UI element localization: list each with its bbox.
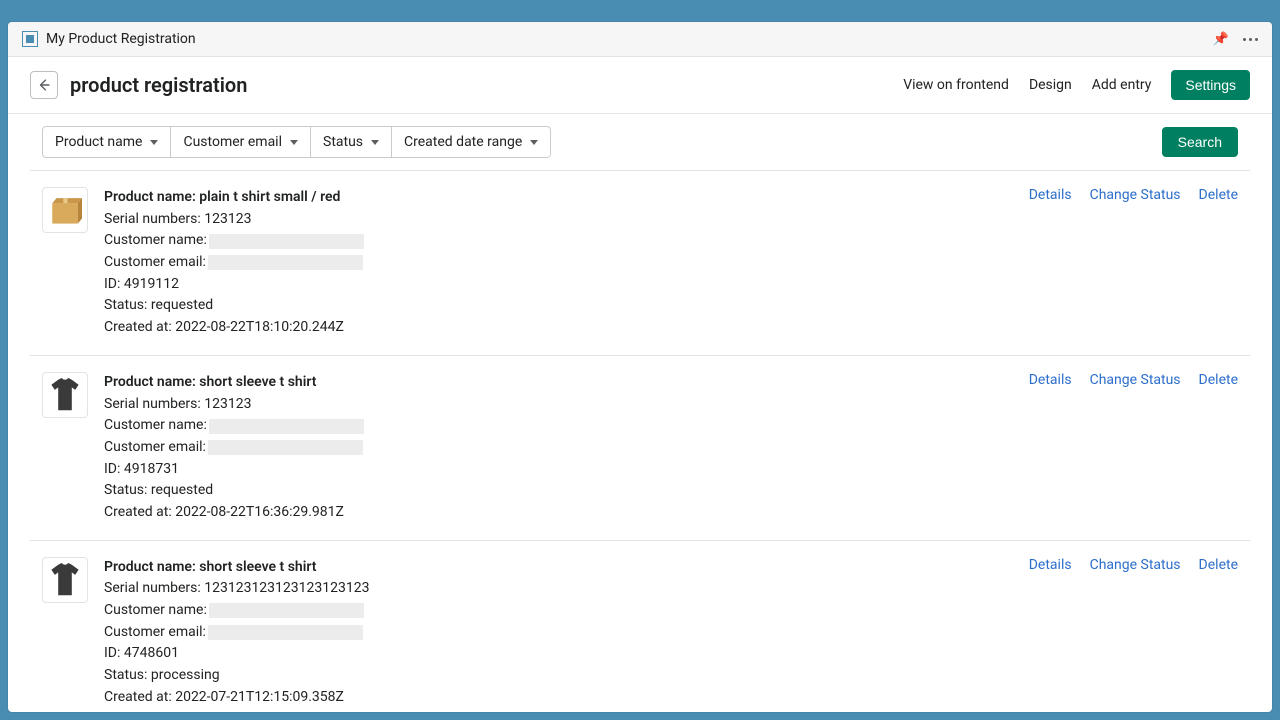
entry-actions: Details Change Status Delete [1029, 557, 1238, 709]
entry-status: Status: processing [104, 665, 1013, 687]
settings-button[interactable]: Settings [1171, 70, 1250, 100]
redacted-field [208, 440, 363, 455]
entry-serial: Serial numbers: 123123123123123123123 [104, 578, 1013, 600]
search-button[interactable]: Search [1162, 127, 1238, 157]
topbar-right: 📌 [1213, 32, 1258, 47]
entry-thumbnail [42, 187, 88, 233]
details-link[interactable]: Details [1029, 557, 1072, 573]
chevron-down-icon [290, 140, 298, 145]
entry-status: Status: requested [104, 480, 1013, 502]
more-icon[interactable] [1243, 38, 1258, 41]
tshirt-icon [48, 561, 82, 599]
details-link[interactable]: Details [1029, 187, 1072, 203]
pin-icon[interactable]: 📌 [1213, 32, 1229, 47]
chevron-down-icon [371, 140, 379, 145]
filter-label: Status [323, 134, 363, 150]
back-button[interactable] [30, 71, 58, 99]
entry-customer-email: Customer email: [104, 437, 1013, 459]
redacted-field [209, 234, 364, 249]
entry-body: Product name: short sleeve t shirt Seria… [104, 557, 1013, 709]
header-left: product registration [30, 71, 247, 99]
redacted-field [208, 625, 363, 640]
topbar: My Product Registration 📌 [8, 22, 1272, 57]
entry-thumbnail [42, 557, 88, 603]
entry-body: Product name: short sleeve t shirt Seria… [104, 372, 1013, 524]
filters-row: Product name Customer email Status Creat… [8, 114, 1272, 170]
entry-product-name: Product name: short sleeve t shirt [104, 372, 1013, 394]
entry-serial: Serial numbers: 123123 [104, 209, 1013, 231]
change-status-link[interactable]: Change Status [1090, 187, 1181, 203]
filters-group: Product name Customer email Status Creat… [42, 126, 551, 158]
delete-link[interactable]: Delete [1199, 372, 1238, 388]
app-icon [22, 31, 38, 47]
view-frontend-link[interactable]: View on frontend [903, 77, 1009, 93]
entry-row: Product name: plain t shirt small / red … [30, 170, 1250, 355]
entries-list: Product name: plain t shirt small / red … [8, 170, 1272, 712]
design-link[interactable]: Design [1029, 77, 1072, 93]
entry-thumbnail [42, 372, 88, 418]
entry-product-name: Product name: plain t shirt small / red [104, 187, 1013, 209]
topbar-left: My Product Registration [22, 31, 196, 47]
entry-created: Created at: 2022-08-22T18:10:20.244Z [104, 317, 1013, 339]
page-header: product registration View on frontend De… [8, 57, 1272, 114]
entry-status: Status: requested [104, 295, 1013, 317]
entry-customer-name: Customer name: [104, 600, 1013, 622]
redacted-field [208, 255, 363, 270]
chevron-down-icon [530, 140, 538, 145]
details-link[interactable]: Details [1029, 372, 1072, 388]
filter-product-name[interactable]: Product name [42, 126, 171, 158]
change-status-link[interactable]: Change Status [1090, 557, 1181, 573]
filter-created-range[interactable]: Created date range [392, 126, 551, 158]
entry-serial: Serial numbers: 123123 [104, 394, 1013, 416]
chevron-down-icon [150, 140, 158, 145]
filter-label: Product name [55, 134, 142, 150]
add-entry-link[interactable]: Add entry [1092, 77, 1152, 93]
box-icon [48, 193, 82, 227]
entry-created: Created at: 2022-07-21T12:15:09.358Z [104, 687, 1013, 709]
delete-link[interactable]: Delete [1199, 187, 1238, 203]
entry-product-name: Product name: short sleeve t shirt [104, 557, 1013, 579]
entry-actions: Details Change Status Delete [1029, 372, 1238, 524]
entry-customer-email: Customer email: [104, 622, 1013, 644]
entry-id: ID: 4918731 [104, 459, 1013, 481]
arrow-left-icon [37, 78, 51, 92]
redacted-field [209, 419, 364, 434]
entry-customer-name: Customer name: [104, 230, 1013, 252]
filter-customer-email[interactable]: Customer email [171, 126, 311, 158]
entry-row: Product name: short sleeve t shirt Seria… [30, 355, 1250, 540]
delete-link[interactable]: Delete [1199, 557, 1238, 573]
app-window: My Product Registration 📌 product regist… [8, 22, 1272, 712]
app-title: My Product Registration [46, 31, 196, 47]
entry-customer-name: Customer name: [104, 415, 1013, 437]
entry-row: Product name: short sleeve t shirt Seria… [30, 540, 1250, 712]
page-title: product registration [70, 73, 247, 97]
filter-label: Customer email [183, 134, 282, 150]
entry-customer-email: Customer email: [104, 252, 1013, 274]
entry-id: ID: 4919112 [104, 274, 1013, 296]
tshirt-icon [48, 376, 82, 414]
filter-label: Created date range [404, 134, 522, 150]
change-status-link[interactable]: Change Status [1090, 372, 1181, 388]
entry-id: ID: 4748601 [104, 643, 1013, 665]
header-actions: View on frontend Design Add entry Settin… [903, 70, 1250, 100]
entry-created: Created at: 2022-08-22T16:36:29.981Z [104, 502, 1013, 524]
redacted-field [209, 603, 364, 618]
entry-actions: Details Change Status Delete [1029, 187, 1238, 339]
filter-status[interactable]: Status [311, 126, 392, 158]
entry-body: Product name: plain t shirt small / red … [104, 187, 1013, 339]
